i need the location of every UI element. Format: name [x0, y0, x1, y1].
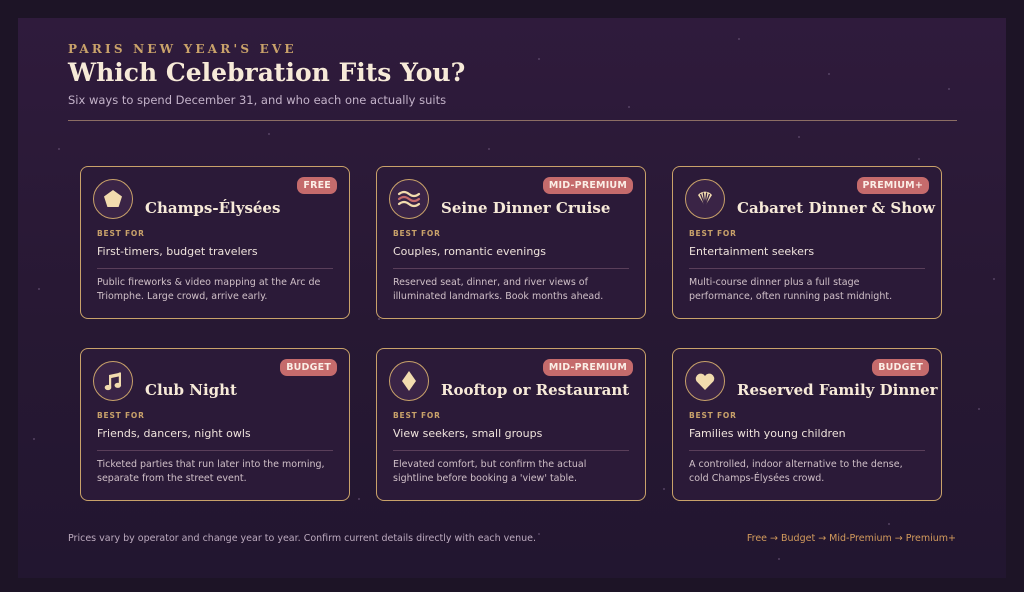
star-dot	[918, 158, 920, 160]
card-description: Public fireworks & video mapping at the …	[97, 277, 321, 302]
card-title: Cabaret Dinner & Show	[737, 199, 936, 217]
star-dot	[978, 408, 980, 410]
star-dot	[993, 278, 995, 280]
best-for-value: Couples, romantic evenings	[393, 245, 547, 258]
card-divider	[97, 268, 333, 269]
star-dot	[33, 438, 35, 440]
card-divider	[689, 268, 925, 269]
waves-icon	[389, 179, 429, 219]
fan-icon	[685, 179, 725, 219]
star-dot	[798, 136, 800, 138]
card-title: Club Night	[145, 381, 237, 399]
star-dot	[828, 73, 830, 75]
star-dot	[38, 288, 40, 290]
star-dot	[538, 533, 540, 535]
best-for-value: First-timers, budget travelers	[97, 245, 258, 258]
best-for-label: BEST FOR	[393, 229, 441, 238]
card-reserved-family-dinner: Reserved Family Dinner BUDGET BEST FOR F…	[672, 348, 942, 501]
header-divider	[68, 120, 957, 121]
card-description: A controlled, indoor alternative to the …	[689, 459, 903, 484]
best-for-label: BEST FOR	[689, 229, 737, 238]
best-for-value: View seekers, small groups	[393, 427, 543, 440]
star-dot	[628, 106, 630, 108]
card-description: Ticketed parties that run later into the…	[97, 459, 325, 484]
card-description: Reserved seat, dinner, and river views o…	[393, 277, 604, 302]
card-divider	[97, 450, 333, 451]
card-champs-elysees: Champs-Élysées FREE BEST FOR First-timer…	[80, 166, 350, 319]
star-dot	[268, 133, 270, 135]
star-dot	[58, 148, 60, 150]
music-note-icon	[93, 361, 133, 401]
price-badge: MID-PREMIUM	[542, 177, 633, 194]
best-for-label: BEST FOR	[97, 229, 145, 238]
card-rooftop-restaurant: Rooftop or Restaurant MID-PREMIUM BEST F…	[376, 348, 646, 501]
star-dot	[378, 318, 380, 320]
star-dot	[948, 88, 950, 90]
page-title: Which Celebration Fits You?	[68, 58, 466, 87]
footer-note: Prices vary by operator and change year …	[68, 533, 537, 544]
star-dot	[488, 148, 490, 150]
best-for-value: Families with young children	[689, 427, 846, 440]
star-dot	[358, 498, 360, 500]
best-for-label: BEST FOR	[97, 411, 145, 420]
best-for-value: Friends, dancers, night owls	[97, 427, 251, 440]
card-divider	[393, 268, 629, 269]
card-title: Rooftop or Restaurant	[441, 381, 630, 399]
star-dot	[778, 558, 780, 560]
diamond-icon	[389, 361, 429, 401]
card-description: Multi-course dinner plus a full stage pe…	[689, 277, 893, 302]
pentagon-icon	[93, 179, 133, 219]
card-title: Reserved Family Dinner	[737, 381, 938, 399]
price-badge: FREE	[297, 177, 337, 194]
card-divider	[689, 450, 925, 451]
card-cabaret-dinner-show: Cabaret Dinner & Show PREMIUM+ BEST FOR …	[672, 166, 942, 319]
price-badge: BUDGET	[872, 359, 929, 376]
heart-icon	[685, 361, 725, 401]
card-title: Seine Dinner Cruise	[441, 199, 611, 217]
price-badge: MID-PREMIUM	[542, 359, 633, 376]
card-divider	[393, 450, 629, 451]
card-description: Elevated comfort, but confirm the actual…	[393, 459, 587, 484]
best-for-value: Entertainment seekers	[689, 245, 815, 258]
page-subtitle: Six ways to spend December 31, and who e…	[68, 93, 447, 107]
best-for-label: BEST FOR	[393, 411, 441, 420]
price-badge: PREMIUM+	[856, 177, 929, 194]
card-title: Champs-Élysées	[145, 199, 281, 217]
infographic-panel: PARIS NEW YEAR'S EVE Which Celebration F…	[18, 18, 1006, 578]
eyebrow-label: PARIS NEW YEAR'S EVE	[68, 42, 297, 56]
star-dot	[663, 488, 665, 490]
card-club-night: Club Night BUDGET BEST FOR Friends, danc…	[80, 348, 350, 501]
star-dot	[538, 58, 540, 60]
star-dot	[738, 38, 740, 40]
best-for-label: BEST FOR	[689, 411, 737, 420]
card-seine-dinner-cruise: Seine Dinner Cruise MID-PREMIUM BEST FOR…	[376, 166, 646, 319]
price-tier-legend: Free → Budget → Mid-Premium → Premium+	[746, 533, 956, 544]
price-badge: BUDGET	[280, 359, 337, 376]
star-dot	[888, 523, 890, 525]
